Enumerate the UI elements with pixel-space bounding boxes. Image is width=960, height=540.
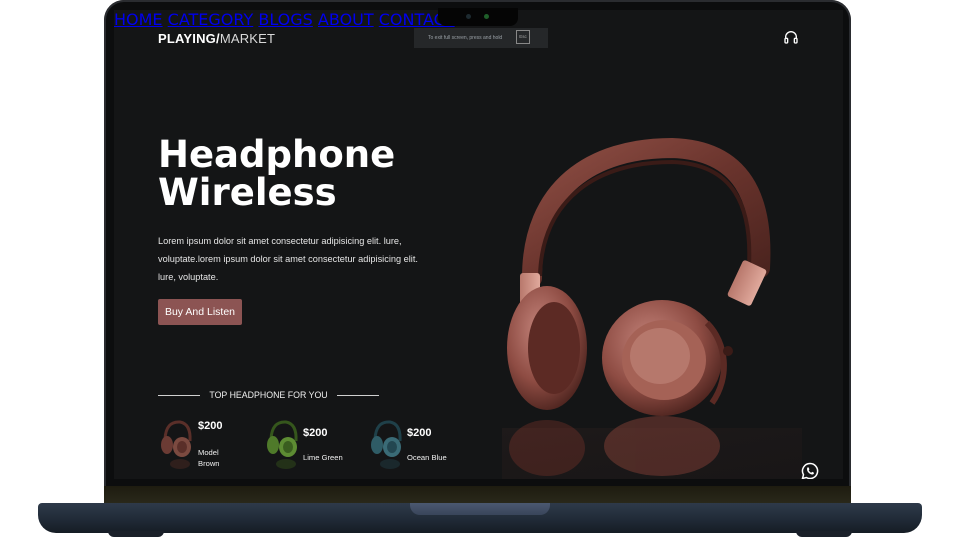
top-headphone-heading: TOP HEADPHONE FOR YOU	[158, 389, 380, 401]
nav-category[interactable]: CATEGORY	[168, 10, 254, 29]
headphone-thumb-green-icon	[267, 420, 298, 469]
product-name: Ocean Blue	[407, 453, 447, 462]
fullscreen-esc-key: Esc	[516, 30, 530, 44]
section-heading-text: TOP HEADPHONE FOR YOU	[209, 390, 328, 400]
hero-title: Headphone Wireless	[158, 136, 395, 212]
hero-headphones-image	[502, 137, 802, 479]
hero-description: Lorem ipsum dolor sit amet consectetur a…	[158, 236, 418, 282]
buy-and-listen-button[interactable]: Buy And Listen	[158, 299, 242, 325]
product-price: $200	[198, 420, 223, 432]
product-price: $200	[407, 427, 432, 439]
website-screen: PLAYING/MARKET To exit full screen, pres…	[114, 10, 843, 479]
laptop-foot-right	[796, 531, 852, 537]
nav-blogs[interactable]: BLOGS	[258, 10, 312, 29]
whatsapp-icon[interactable]	[800, 461, 820, 479]
hero-title-line2: Wireless	[158, 171, 337, 214]
product-price: $200	[303, 427, 328, 439]
nav-home[interactable]: HOME	[114, 10, 163, 29]
logo-light-text: MARKET	[219, 31, 276, 46]
camera-notch	[438, 8, 518, 26]
product-name: Model Brown	[198, 448, 220, 468]
nav-about[interactable]: ABOUT	[318, 10, 374, 29]
logo-bold-text: PLAYING/	[158, 31, 220, 46]
laptop-opening-lip	[410, 503, 550, 515]
hero-title-line1: Headphone	[158, 133, 396, 176]
product-card-blue[interactable]: $200 Ocean Blue	[368, 415, 468, 471]
camera-lens-icon	[466, 14, 471, 19]
product-card-green[interactable]: $200 Lime Green	[264, 415, 364, 471]
brand-logo[interactable]: PLAYING/MARKET	[158, 31, 275, 46]
headphone-thumb-blue-icon	[371, 420, 402, 469]
laptop-foot-left	[108, 531, 164, 537]
product-card-brown[interactable]: $200 Model Brown	[158, 415, 258, 471]
divider-left	[158, 394, 201, 396]
divider-right	[336, 394, 380, 396]
camera-indicator-icon	[484, 14, 489, 19]
product-name: Lime Green	[303, 453, 343, 462]
headphone-thumb-brown-icon	[161, 420, 192, 469]
headphones-icon[interactable]	[783, 29, 799, 45]
